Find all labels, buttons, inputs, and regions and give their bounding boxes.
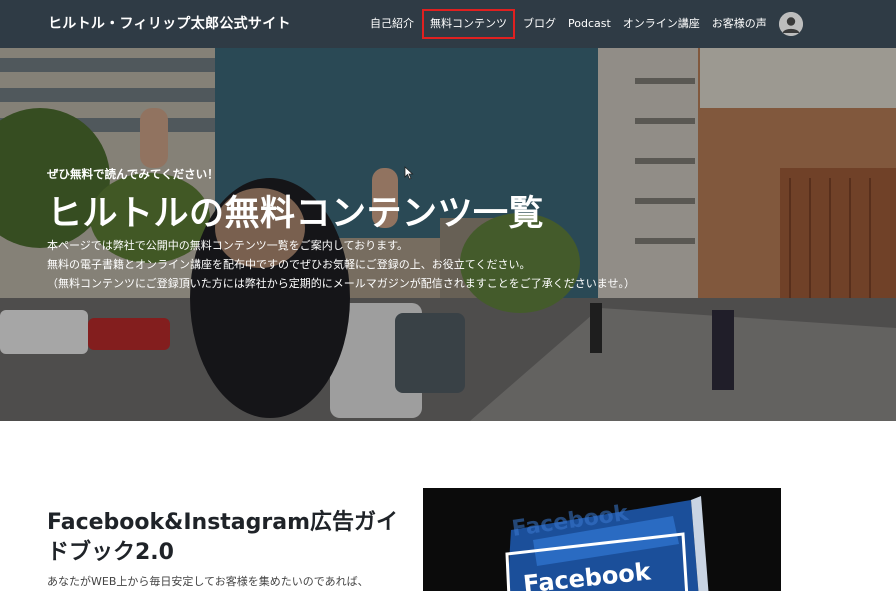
- mouse-cursor-icon: [404, 166, 414, 180]
- site-title[interactable]: ヒルトル・フィリップ太郎公式サイト: [48, 0, 291, 48]
- nav-item-free-content[interactable]: 無料コンテンツ: [422, 9, 515, 39]
- hero-description-line: 本ページでは弊社で公開中の無料コンテンツ一覧をご案内しております。: [47, 239, 409, 252]
- page: ヒルトル・フィリップ太郎公式サイト 自己紹介 無料コンテンツ ブログ Podca…: [0, 0, 896, 591]
- nav-item-online-course[interactable]: オンライン講座: [617, 9, 706, 39]
- nav-item-blog[interactable]: ブログ: [517, 9, 562, 39]
- hero-description: 本ページでは弊社で公開中の無料コンテンツ一覧をご案内しております。 無料の電子書…: [47, 236, 847, 293]
- product-image[interactable]: Facebook Facebook: [423, 488, 781, 591]
- hero-section: ぜひ無料で読んでみてください！ ヒルトルの無料コンテンツ一覧 本ページでは弊社で…: [0, 48, 896, 421]
- product-description: あなたがWEB上から毎日安定してお客様を集めたいのであれば、: [47, 575, 369, 588]
- product-title: Facebook&Instagram広告ガイドブック2.0: [47, 510, 399, 565]
- hero-title: ヒルトルの無料コンテンツ一覧: [47, 194, 545, 234]
- hero-description-line: 無料の電子書籍とオンライン講座を配布中ですのでぜひお気軽にご登録の上、お役立てく…: [47, 258, 531, 271]
- nav-item-customer-voices[interactable]: お客様の声: [706, 9, 773, 39]
- user-avatar-icon[interactable]: [778, 12, 803, 36]
- nav-item-podcast[interactable]: Podcast: [562, 9, 617, 39]
- hero-kicker: ぜひ無料で読んでみてください！: [47, 167, 219, 181]
- site-header: ヒルトル・フィリップ太郎公式サイト 自己紹介 無料コンテンツ ブログ Podca…: [0, 0, 896, 48]
- nav-item-self-introduction[interactable]: 自己紹介: [364, 9, 420, 39]
- main-nav: 自己紹介 無料コンテンツ ブログ Podcast オンライン講座 お客様の声: [364, 0, 803, 48]
- hero-description-line: （無料コンテンツにご登録頂いた方には弊社から定期的にメールマガジンが配信されます…: [47, 277, 635, 290]
